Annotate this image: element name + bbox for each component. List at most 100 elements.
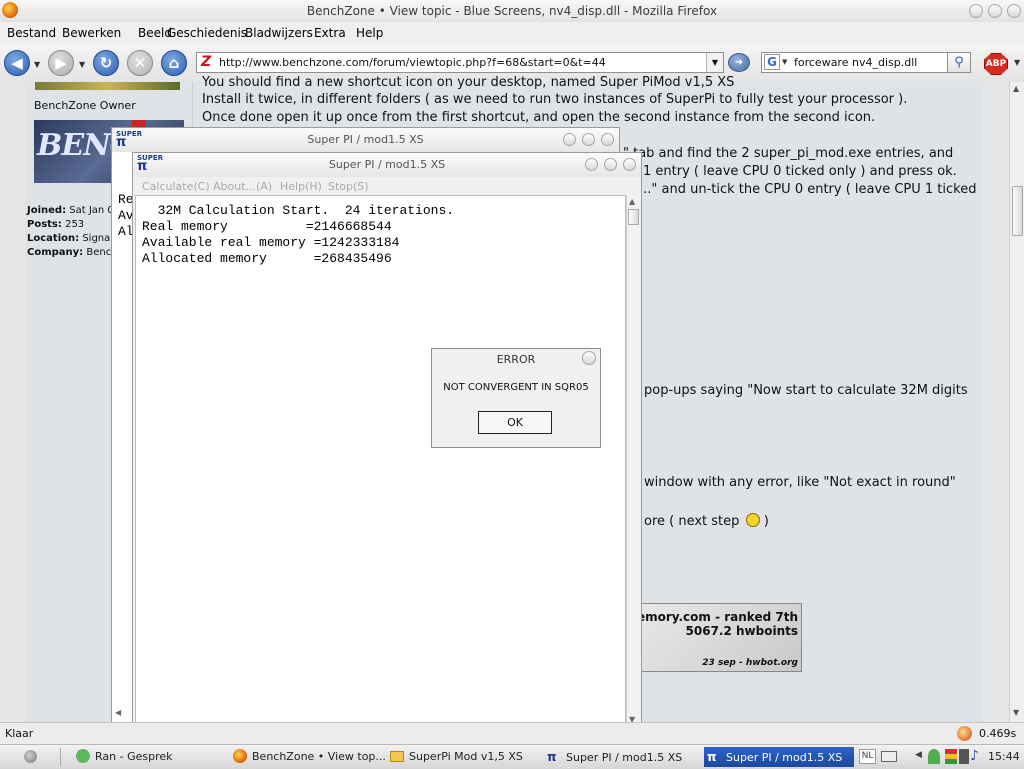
start-orb-icon[interactable] <box>24 750 37 763</box>
page-scrollbar[interactable]: ▲ ▼ <box>1009 82 1024 722</box>
menu-calculate[interactable]: Calculate(C) <box>142 180 210 193</box>
back-icon[interactable]: ◀ <box>4 50 30 76</box>
close-button[interactable] <box>623 158 636 171</box>
taskbar-item[interactable]: π Super PI / mod1.5 XS <box>547 747 697 767</box>
superpi-front-window[interactable]: SUPER π Super PI / mod1.5 XS Calculate(C)… <box>132 152 642 744</box>
search-input[interactable]: forceware nv4_disp.dll <box>794 56 917 69</box>
menu-help[interactable]: Help(H) <box>280 180 322 193</box>
search-engine-chevron-icon[interactable]: ▼ <box>782 58 787 66</box>
output-line: Allocated memory =268435496 <box>142 251 392 266</box>
volume-icon[interactable]: ♪ <box>970 748 979 764</box>
output-vscroll[interactable]: ▲ ▼ <box>626 195 640 728</box>
scroll-thumb[interactable] <box>628 209 639 225</box>
go-icon[interactable]: ➜ <box>728 53 750 72</box>
fasterfox-icon[interactable] <box>957 726 972 741</box>
scroll-up-icon[interactable]: ▲ <box>1013 84 1019 93</box>
rank-image <box>35 82 180 90</box>
maximize-button[interactable] <box>604 158 617 171</box>
url-bar[interactable]: Z http://www.benchzone.com/forum/viewtop… <box>196 52 724 73</box>
minimize-button[interactable] <box>969 4 983 18</box>
search-engine-icon[interactable]: G <box>764 54 780 70</box>
company-label: Company: <box>27 247 84 258</box>
posts-label: Posts: <box>27 219 62 230</box>
menu-bewerken[interactable]: Bewerken <box>62 26 121 40</box>
forward-history-chevron-icon[interactable]: ▼ <box>79 60 85 69</box>
scroll-down-icon[interactable]: ▼ <box>1013 708 1019 717</box>
output-line: Available real memory =1242333184 <box>142 235 400 250</box>
posts-row: Posts: 253 <box>27 219 84 230</box>
keyboard-icon[interactable] <box>881 751 897 762</box>
superpi-menu-bar: Calculate(C) About...(A) Help(H) Stop(S) <box>133 177 641 195</box>
close-button[interactable] <box>582 351 596 365</box>
minimize-button[interactable] <box>563 133 576 146</box>
clock[interactable]: 15:44 <box>988 750 1020 763</box>
menu-about[interactable]: About...(A) <box>213 180 272 193</box>
maximize-button[interactable] <box>988 4 1002 18</box>
minimize-button[interactable] <box>585 158 598 171</box>
reload-icon[interactable]: ↻ <box>93 50 119 76</box>
forward-icon[interactable]: ▶ <box>48 50 74 76</box>
menu-bestand[interactable]: Bestand <box>7 26 56 40</box>
status-bar: Klaar 0.469s <box>0 722 1024 745</box>
superpi-back-titlebar[interactable]: SUPER π Super PI / mod1.5 XS <box>112 128 619 152</box>
menu-geschiedenis[interactable]: Geschiedenis <box>167 26 247 40</box>
page-load-time: 0.469s <box>979 727 1017 740</box>
search-field[interactable]: G ▼ forceware nv4_disp.dll <box>761 52 971 73</box>
error-dialog-title: ERROR <box>496 353 536 366</box>
hwbot-banner[interactable]: memory.com - ranked 7th 5067.2 hwboints … <box>624 603 802 672</box>
joined-label: Joined: <box>27 205 67 216</box>
output-line: 32M Calculation Start. 24 iterations. <box>142 203 455 218</box>
joined-row: Joined: Sat Jan 06 <box>27 205 120 216</box>
taskbar-item[interactable]: Ran - Gesprek <box>76 747 226 767</box>
search-button-icon[interactable]: ⚲ <box>947 52 971 73</box>
toolbar-overflow-chevron-icon[interactable]: ▼ <box>1014 58 1020 67</box>
close-button[interactable] <box>1007 4 1021 18</box>
scroll-thumb[interactable] <box>1012 186 1023 236</box>
menu-bar: Bestand Bewerken Beeld Geschiedenis Blad… <box>0 22 1024 44</box>
messenger-icon <box>76 749 90 763</box>
status-text: Klaar <box>5 727 34 740</box>
post-line: " tab and find the 2 super_pi_mod.exe en… <box>623 146 954 161</box>
company-row: Company: Bench <box>27 247 118 258</box>
banner-line: 5067.2 hwboints <box>685 624 798 638</box>
language-indicator[interactable]: NL <box>859 749 876 764</box>
superpi-front-title: Super PI / mod1.5 XS <box>328 158 446 171</box>
post-line: pop-ups saying "Now start to calculate 3… <box>644 383 968 398</box>
scroll-up-icon[interactable]: ▲ <box>629 197 635 206</box>
taskbar-item[interactable]: SuperPi Mod v1,5 XS <box>390 747 540 767</box>
menu-extra[interactable]: Extra <box>314 26 346 40</box>
back-history-chevron-icon[interactable]: ▼ <box>34 60 40 69</box>
taskbar-divider <box>60 748 61 766</box>
home-icon[interactable]: ⌂ <box>161 50 187 76</box>
menu-stop[interactable]: Stop(S) <box>328 180 369 193</box>
tray-expand-chevron-icon[interactable]: ◀ <box>915 750 922 760</box>
post-line: Install it twice, in different folders (… <box>202 92 908 107</box>
superpi-icon: π <box>707 750 717 764</box>
url-dropdown-chevron-icon[interactable]: ▼ <box>706 53 723 72</box>
tray-app-icon[interactable] <box>959 749 969 764</box>
error-dialog-titlebar[interactable]: ERROR <box>432 349 600 369</box>
taskbar-item-label: SuperPi Mod v1,5 XS <box>409 750 523 763</box>
messenger-status-icon[interactable] <box>928 749 940 764</box>
menu-help[interactable]: Help <box>356 26 383 40</box>
firefox-titlebar: BenchZone • View topic - Blue Screens, n… <box>0 0 1024 23</box>
close-button[interactable] <box>601 133 614 146</box>
superpi-icon: π <box>547 750 557 764</box>
firefox-icon <box>233 749 247 763</box>
stop-icon[interactable]: ✕ <box>127 50 153 76</box>
banner-line: memory.com - ranked 7th <box>624 610 798 624</box>
taskbar-item-active[interactable]: π Super PI / mod1.5 XS <box>704 747 854 767</box>
url-text[interactable]: http://www.benchzone.com/forum/viewtopic… <box>219 56 606 69</box>
superpi-front-titlebar[interactable]: SUPER π Super PI / mod1.5 XS <box>133 153 641 177</box>
taskbar-item[interactable]: BenchZone • View top... <box>233 747 386 767</box>
ok-button[interactable]: OK <box>478 411 552 434</box>
post-line: ..." and un-tick the CPU 0 entry ( leave… <box>639 182 977 197</box>
taskbar-item-label: Super PI / mod1.5 XS <box>566 751 683 764</box>
tray-app-icon[interactable] <box>945 749 957 764</box>
site-favicon-icon: Z <box>201 54 212 70</box>
menu-bladwijzers[interactable]: Bladwijzers <box>245 26 313 40</box>
maximize-button[interactable] <box>582 133 595 146</box>
taskbar-item-label: Ran - Gesprek <box>95 750 173 763</box>
scroll-left-icon[interactable]: ◀ <box>115 708 121 717</box>
banner-line: 23 sep - hwbot.org <box>702 658 798 668</box>
